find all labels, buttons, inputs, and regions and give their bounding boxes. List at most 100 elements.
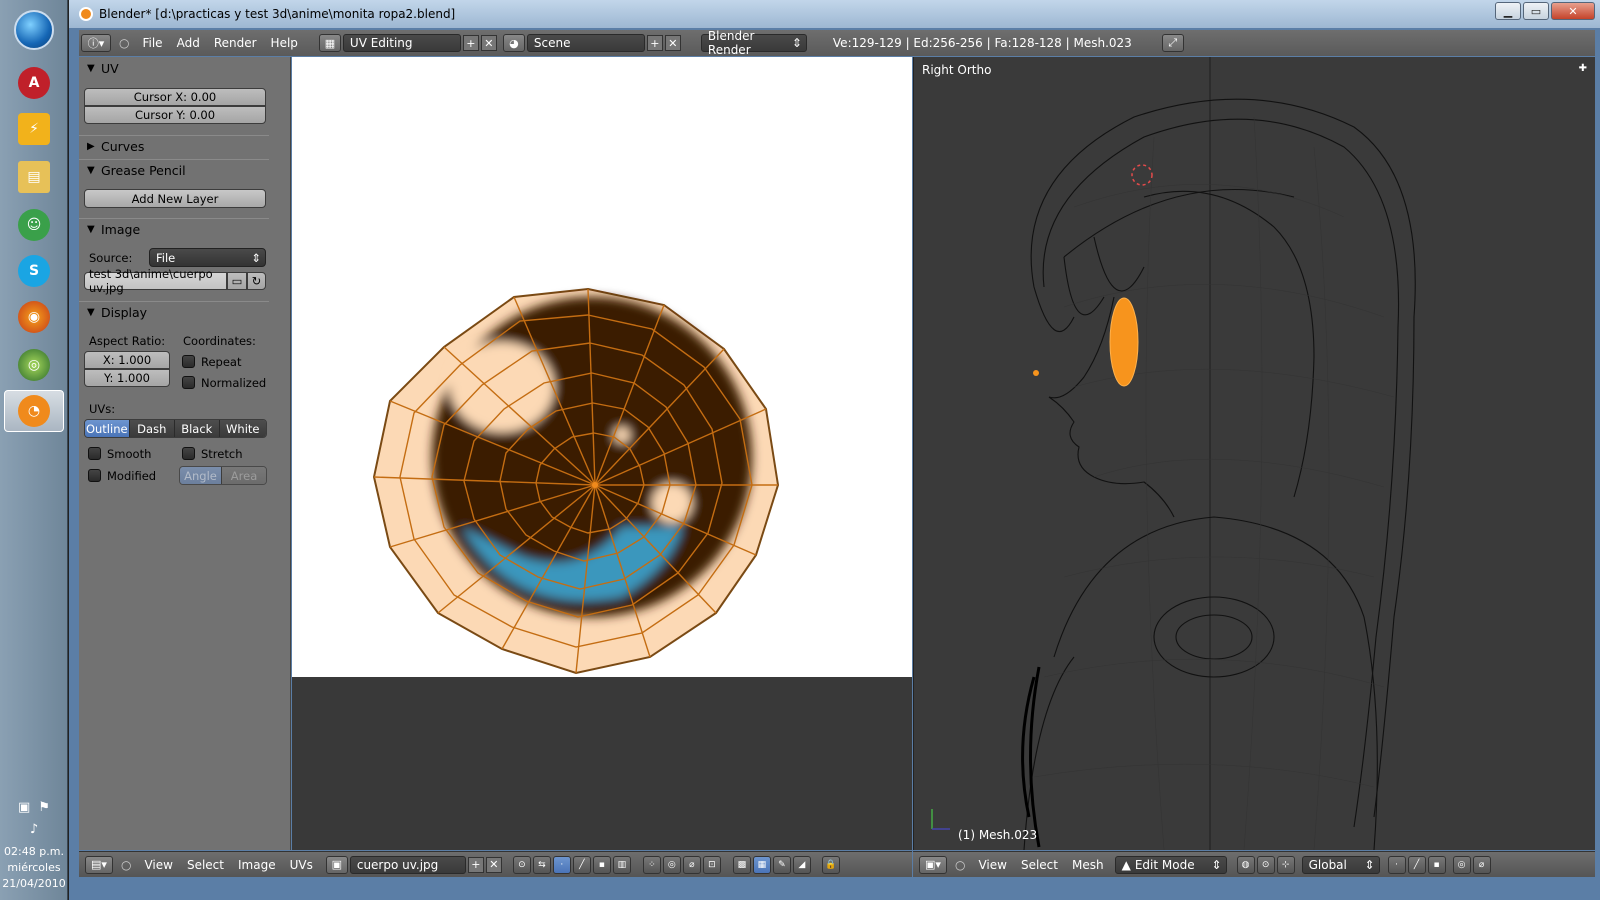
edge-mode-icon[interactable]: ╱ — [1407, 855, 1426, 874]
vertex-select-icon[interactable]: · — [552, 855, 571, 874]
uv-mode-dash[interactable]: Dash — [129, 420, 176, 437]
uv-center-vertex[interactable] — [592, 482, 598, 488]
remove-layout-icon[interactable]: ✕ — [480, 35, 497, 51]
proportional-icon[interactable]: ◎ — [1452, 855, 1471, 874]
close-button[interactable]: ✕ — [1551, 2, 1595, 20]
panel-uv[interactable]: ▼ UV — [79, 57, 290, 79]
menu-help[interactable]: Help — [264, 36, 305, 50]
taskbar-app-explorer[interactable]: ▤ — [4, 156, 64, 198]
edge-select-icon[interactable]: ╱ — [572, 855, 591, 874]
vertex-mode-icon[interactable]: · — [1387, 855, 1406, 874]
taskbar-app-messenger[interactable]: ☺ — [4, 204, 64, 246]
remove-scene-icon[interactable]: ✕ — [664, 35, 681, 51]
sync-selection-icon[interactable]: ⇆ — [532, 855, 551, 874]
snap-magnet-icon[interactable]: ⌀ — [1472, 855, 1491, 874]
screen-layout-icon[interactable]: ▦ — [318, 34, 341, 52]
taskbar-app-winamp[interactable]: ⚡ — [4, 108, 64, 150]
network-icon[interactable]: ▣ — [18, 800, 30, 816]
stretch-mode-area[interactable]: Area — [222, 467, 266, 484]
menu-add[interactable]: Add — [170, 36, 207, 50]
security-icon[interactable]: ⚑ — [38, 800, 50, 816]
stretch-checkbox[interactable] — [182, 447, 195, 460]
texture-paint-icon[interactable]: ▩ — [732, 855, 751, 874]
panel-grease-pencil[interactable]: ▼ Grease Pencil — [79, 159, 269, 181]
3d-viewport[interactable]: Right Ortho ✚ (1) Mesh.023 — [913, 57, 1595, 850]
clock-time[interactable]: 02:48 p.m. — [0, 844, 68, 860]
open-file-icon[interactable]: ▭ — [227, 272, 247, 290]
start-button[interactable] — [14, 10, 54, 50]
normalized-checkbox[interactable] — [182, 376, 195, 389]
uv-mode-black[interactable]: Black — [175, 420, 220, 437]
image-filepath-field[interactable]: test 3d\anime\cuerpo uv.jpg — [84, 267, 227, 295]
taskbar-app-blender[interactable]: ◔ — [4, 390, 64, 432]
minimize-button[interactable]: ▁ — [1495, 2, 1521, 20]
title-bar[interactable]: Blender* [d:\practicas y test 3d\anime\m… — [69, 0, 1600, 28]
3d-cursor[interactable] — [1131, 164, 1153, 186]
island-select-icon[interactable]: ▥ — [612, 855, 631, 874]
menu-select[interactable]: Select — [1014, 858, 1065, 872]
menu-select[interactable]: Select — [180, 858, 231, 872]
add-layout-icon[interactable]: + — [462, 35, 479, 51]
aspect-x-field[interactable]: X: 1.000 — [84, 351, 170, 369]
menu-view[interactable]: View — [137, 858, 179, 872]
snap-icon[interactable]: ⌀ — [682, 855, 701, 874]
menu-render[interactable]: Render — [207, 36, 264, 50]
taskbar-app-skype[interactable]: S — [4, 250, 64, 292]
shading-icon[interactable]: ◍ — [1236, 855, 1255, 874]
add-scene-icon[interactable]: + — [646, 35, 663, 51]
menu-image[interactable]: Image — [231, 858, 283, 872]
lock-icon[interactable]: 🔒 — [821, 855, 840, 874]
uv-image-canvas[interactable] — [292, 57, 912, 677]
render-engine-dropdown[interactable]: Blender Render ⇕ — [700, 29, 807, 57]
uv-mode-white[interactable]: White — [219, 420, 266, 437]
screen-layout-dropdown[interactable]: UV Editing — [342, 34, 461, 52]
panel-image[interactable]: ▼ Image — [79, 218, 269, 240]
smooth-checkbox[interactable] — [88, 447, 101, 460]
mode-dropdown[interactable]: ▲ Edit Mode ⇕ — [1114, 855, 1227, 874]
render-slot-icon[interactable]: ◢ — [792, 855, 811, 874]
taskbar-app-alc[interactable]: A — [4, 62, 64, 104]
collapse-icon[interactable]: ○ — [955, 858, 965, 872]
menu-mesh[interactable]: Mesh — [1065, 858, 1111, 872]
sticky-select-icon[interactable]: ⁘ — [642, 855, 661, 874]
face-mode-icon[interactable]: ▪ — [1427, 855, 1446, 874]
manipulator-icon[interactable]: ⊹ — [1276, 855, 1295, 874]
reload-icon[interactable]: ↻ — [247, 272, 266, 290]
new-image-icon[interactable]: + — [467, 856, 484, 873]
source-dropdown[interactable]: File ⇕ — [149, 248, 266, 267]
uv-mode-outline[interactable]: Outline — [85, 420, 130, 437]
maximize-button[interactable]: ▭ — [1523, 2, 1549, 20]
unlink-image-icon[interactable]: ✕ — [485, 856, 502, 873]
brush-icon[interactable]: ✎ — [772, 855, 791, 874]
selected-eye-mesh[interactable] — [1109, 297, 1139, 387]
add-new-layer-button[interactable]: Add New Layer — [84, 189, 266, 208]
fullscreen-icon[interactable]: ⤢ — [1161, 34, 1184, 52]
editor-type-icon[interactable]: ⓘ▾ — [81, 34, 111, 52]
editor-type-icon[interactable]: ▤▾ — [85, 855, 113, 874]
panel-display[interactable]: ▼ Display — [79, 301, 269, 323]
modified-checkbox[interactable] — [88, 469, 101, 482]
image-browse-icon[interactable]: ▣ — [325, 855, 348, 874]
collapse-icon[interactable]: ○ — [121, 858, 131, 872]
face-select-icon[interactable]: ▪ — [592, 855, 611, 874]
menu-view[interactable]: View — [971, 858, 1013, 872]
checker-icon[interactable]: ▦ — [752, 855, 771, 874]
taskbar-app-google-earth[interactable]: ◎ — [4, 344, 64, 386]
proportional-edit-icon[interactable]: ◎ — [662, 855, 681, 874]
taskbar-app-firefox[interactable]: ◉ — [4, 296, 64, 338]
cursor-x-field[interactable]: Cursor X: 0.00 — [84, 88, 266, 106]
pivot-point-icon[interactable]: ⊙ — [1256, 855, 1275, 874]
cursor-y-field[interactable]: Cursor Y: 0.00 — [84, 106, 266, 124]
scene-dropdown[interactable]: Scene — [526, 34, 645, 52]
editor-type-icon[interactable]: ▣▾ — [919, 855, 947, 874]
volume-icon[interactable]: ♪ — [30, 822, 38, 838]
menu-uvs[interactable]: UVs — [283, 858, 320, 872]
uv-image-editor[interactable] — [292, 57, 912, 850]
aspect-y-field[interactable]: Y: 1.000 — [84, 369, 170, 387]
stretch-mode-angle[interactable]: Angle — [180, 467, 223, 484]
snap-target-icon[interactable]: ⊡ — [702, 855, 721, 874]
panel-curves[interactable]: ▶ Curves — [79, 135, 269, 157]
collapse-icon[interactable]: ○ — [119, 36, 129, 50]
repeat-checkbox[interactable] — [182, 355, 195, 368]
image-name-field[interactable]: cuerpo uv.jpg — [349, 855, 466, 874]
